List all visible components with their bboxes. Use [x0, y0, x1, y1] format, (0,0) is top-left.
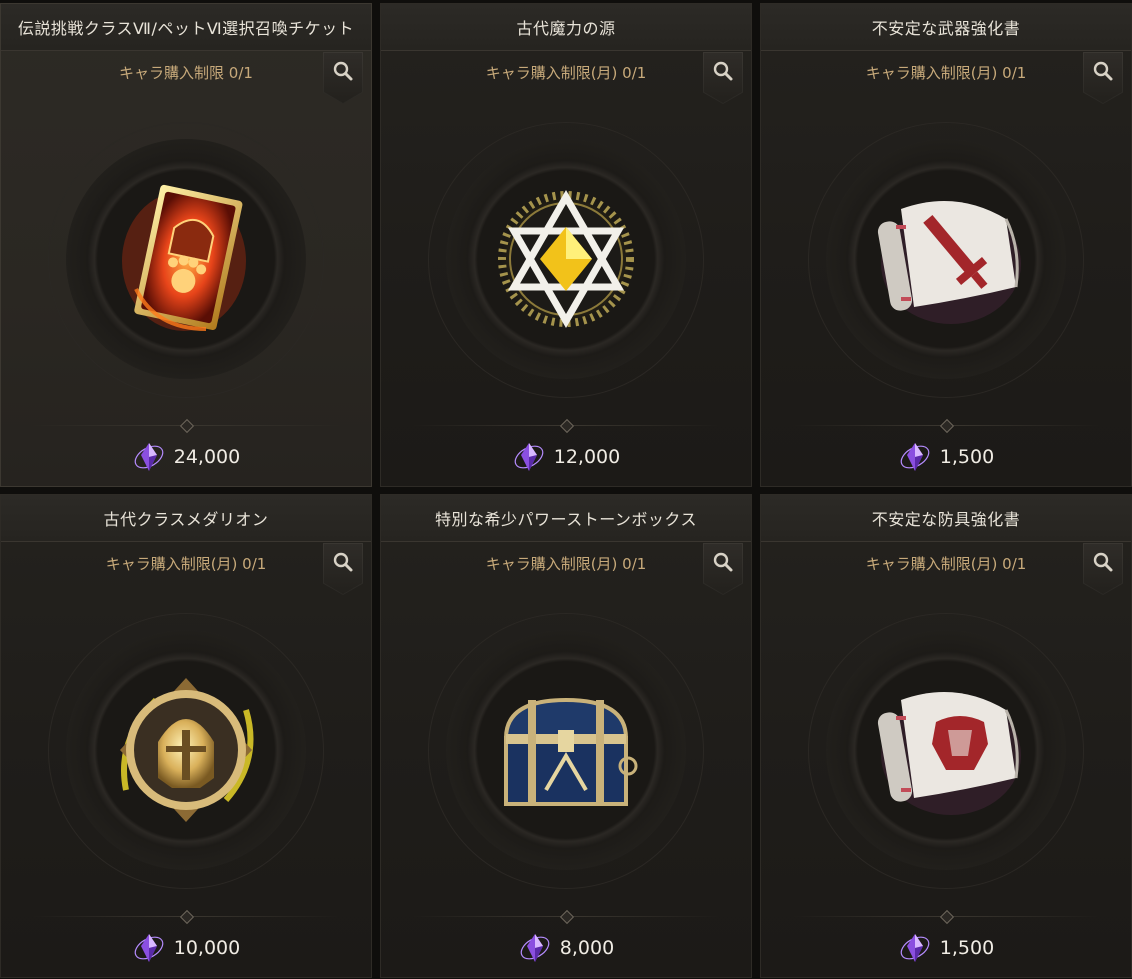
purchase-limit: キャラ購入制限(月) 0/1 [485, 555, 647, 573]
purchase-limit: キャラ購入制限(月) 0/1 [485, 64, 647, 82]
shop-item-card[interactable]: 不安定な防具強化書 キャラ購入制限(月) 0/1 1,500 [760, 494, 1132, 978]
divider-diamond [179, 909, 195, 925]
price: 1,500 [761, 931, 1131, 965]
divider [571, 916, 721, 917]
purple-crystal-icon [900, 443, 930, 471]
divider-diamond [939, 909, 955, 925]
divider [31, 425, 181, 426]
divider [571, 425, 721, 426]
price-value: 1,500 [939, 446, 995, 468]
purple-crystal-icon [514, 443, 544, 471]
magnifier-icon [333, 61, 353, 81]
divider [951, 916, 1101, 917]
price-value: 1,500 [939, 937, 995, 959]
price-value: 10,000 [173, 937, 241, 959]
purchase-limit: キャラ購入制限(月) 0/1 [865, 555, 1027, 573]
purple-crystal-icon [900, 934, 930, 962]
magnifier-icon [713, 61, 733, 81]
divider-diamond [179, 418, 195, 434]
purple-crystal-icon [520, 934, 550, 962]
divider [951, 425, 1101, 426]
item-title: 不安定な防具強化書 [761, 495, 1131, 542]
inspect-button[interactable] [323, 52, 363, 104]
price: 10,000 [1, 931, 371, 965]
purple-crystal-icon [134, 443, 164, 471]
shop-item-card[interactable]: 古代クラスメダリオン キャラ購入制限(月) 0/1 10,000 [0, 494, 372, 978]
shop-item-card[interactable]: 伝説挑戦クラスⅦ/ペットⅥ選択召喚チケット キャラ購入制限 0/1 24,000 [0, 3, 372, 487]
treasure-chest-icon [503, 697, 638, 806]
item-title: 伝説挑戦クラスⅦ/ペットⅥ選択召喚チケット [1, 4, 371, 51]
inspect-button[interactable] [323, 543, 363, 595]
class-medallion-icon [120, 678, 254, 822]
purchase-limit: キャラ購入制限(月) 0/1 [865, 64, 1027, 82]
divider [411, 916, 561, 917]
ancient-magic-source-icon [496, 189, 636, 329]
inspect-button[interactable] [703, 543, 743, 595]
shop-item-card[interactable]: 特別な希少パワーストーンボックス キャラ購入制限(月) 0/1 8,000 [380, 494, 752, 978]
purple-crystal-icon [134, 934, 164, 962]
price: 1,500 [761, 440, 1131, 474]
magnifier-icon [1093, 61, 1113, 81]
price: 24,000 [1, 440, 371, 474]
divider-diamond [559, 909, 575, 925]
divider [411, 425, 561, 426]
legendary-ticket-icon [122, 184, 246, 331]
inspect-button[interactable] [1083, 543, 1123, 595]
price: 12,000 [381, 440, 751, 474]
divider [31, 916, 181, 917]
divider-diamond [939, 418, 955, 434]
magnifier-icon [713, 552, 733, 572]
magnifier-icon [333, 552, 353, 572]
divider [791, 916, 941, 917]
armor-scroll-icon [877, 692, 1021, 815]
item-title: 不安定な武器強化書 [761, 4, 1131, 51]
purchase-limit: キャラ購入制限(月) 0/1 [105, 555, 267, 573]
shop-item-card[interactable]: 古代魔力の源 キャラ購入制限(月) 0/1 12,000 [380, 3, 752, 487]
item-title: 古代クラスメダリオン [1, 495, 371, 542]
shop-grid: 伝説挑戦クラスⅦ/ペットⅥ選択召喚チケット キャラ購入制限 0/1 24,000… [0, 0, 1132, 979]
weapon-scroll-icon [877, 201, 1021, 324]
inspect-button[interactable] [1083, 52, 1123, 104]
item-title: 特別な希少パワーストーンボックス [381, 495, 751, 542]
magnifier-icon [1093, 552, 1113, 572]
purchase-limit: キャラ購入制限 0/1 [119, 64, 253, 82]
price-value: 12,000 [553, 446, 621, 468]
divider [191, 916, 341, 917]
item-title: 古代魔力の源 [381, 4, 751, 51]
divider [791, 425, 941, 426]
price-value: 8,000 [559, 937, 615, 959]
price: 8,000 [381, 931, 751, 965]
price-value: 24,000 [173, 446, 241, 468]
shop-item-card[interactable]: 不安定な武器強化書 キャラ購入制限(月) 0/1 1,500 [760, 3, 1132, 487]
inspect-button[interactable] [703, 52, 743, 104]
divider-diamond [559, 418, 575, 434]
divider [191, 425, 341, 426]
